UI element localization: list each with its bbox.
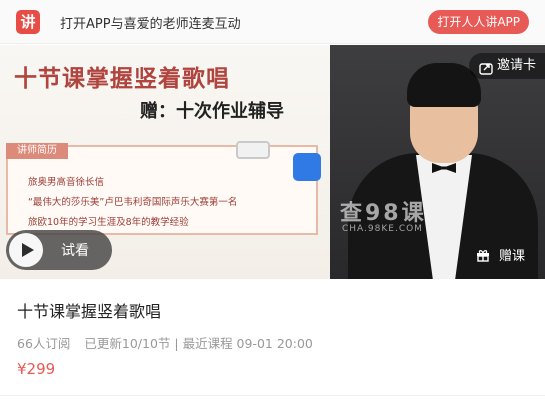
bio-tag: 讲师简历 [6,143,68,159]
gift-course-button[interactable]: 赠课 [476,245,525,266]
brand-badge-icon [293,153,321,181]
teacher-photo [330,45,545,279]
bio-line: 旅奥男高音徐长信 [28,177,105,188]
divider [0,395,545,396]
gift-icon [476,248,490,266]
bio-lines: 旅奥男高音徐长信 “最伟大的莎乐美”卢巴韦利奇国际声乐大赛第一名 旅欧10年的学… [28,173,237,233]
app-download-banner[interactable]: 讲 打开APP与喜爱的老师连麦互动 打开人人讲APP [0,0,545,44]
clip-icon [236,141,270,159]
share-icon [479,59,493,85]
gift-course-label: 赠课 [498,249,525,264]
course-price: ¥299 [17,360,56,378]
update-info: 已更新10/10节 | 最近课程 09-01 20:00 [84,336,313,351]
subscriber-count: 66人订阅 [17,336,71,351]
course-meta: 66人订阅 已更新10/10节 | 最近课程 09-01 20:00 [17,333,323,352]
bio-line: “最伟大的莎乐美”卢巴韦利奇国际声乐大赛第一名 [28,197,238,208]
course-title: 十节课掌握竖着歌唱 [17,302,162,321]
cover-gift-line: 赠：十次作业辅导 [140,101,284,122]
banner-title: 打开APP与喜爱的老师连麦互动 [60,17,241,32]
invite-card-button[interactable]: 邀请卡 [468,53,545,79]
trial-label: 试看 [61,243,89,259]
watermark-sub: CHA.98KE.COM [342,224,423,234]
course-cover[interactable]: 十节课掌握竖着歌唱 赠：十次作业辅导 讲师简历 旅奥男高音徐长信 “最伟大的莎乐… [0,45,545,279]
play-icon [9,233,43,267]
cover-headline: 十节课掌握竖着歌唱 [14,66,230,92]
invite-card-label: 邀请卡 [496,58,536,73]
open-app-button[interactable]: 打开人人讲APP [428,10,529,34]
watermark: 查98课 [340,201,427,226]
app-logo: 讲 [16,10,40,34]
trial-button[interactable]: 试看 [6,230,112,270]
